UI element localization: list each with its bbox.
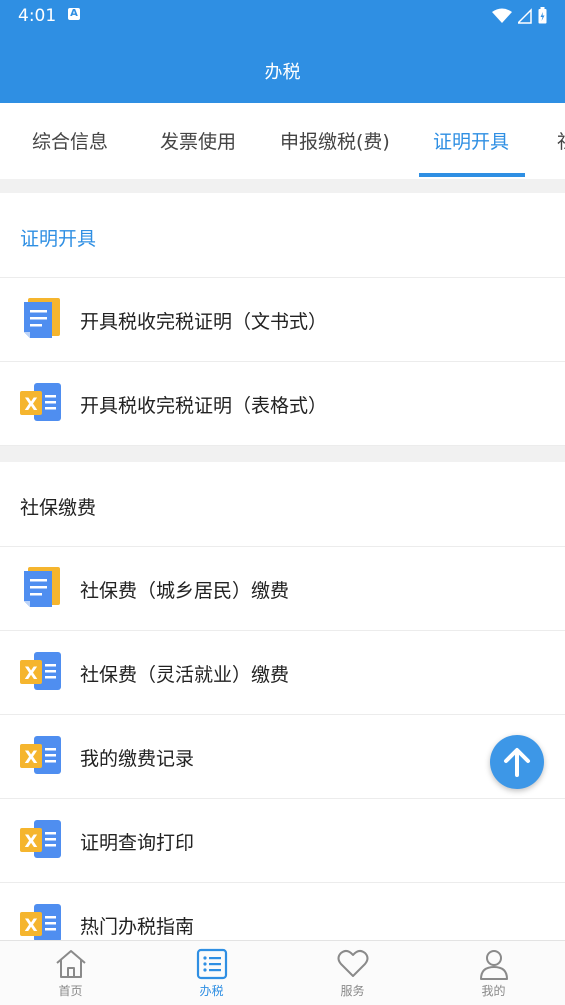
list-item-label: 热门办税指南 (80, 916, 195, 938)
svg-text:X: X (24, 664, 37, 684)
section-header-certificate: 证明开具 (0, 193, 565, 278)
person-icon (480, 950, 508, 980)
tab-declare-pay-tax[interactable]: 申报缴税(费) (280, 127, 390, 154)
document-icon (24, 298, 60, 338)
list-item-label: 社保费（城乡居民）缴费 (80, 580, 290, 602)
tab-comprehensive-info[interactable]: 综合信息 (32, 127, 108, 154)
home-icon (56, 950, 86, 978)
wifi-icon (492, 8, 512, 23)
tab-certificate-issuance[interactable]: 证明开具 (433, 127, 509, 154)
svg-text:X: X (24, 832, 37, 852)
nav-label: 服务 (340, 984, 365, 998)
excel-icon: X (20, 383, 61, 421)
excel-icon: X (20, 820, 61, 858)
arrow-up-icon (504, 748, 530, 777)
active-tab-indicator (419, 173, 525, 177)
list-item-label: 证明查询打印 (80, 832, 195, 854)
section-title: 社保缴费 (20, 497, 97, 519)
nav-label: 我的 (481, 984, 506, 998)
nav-label: 首页 (58, 984, 83, 998)
nav-item-services[interactable]: 服务 (282, 941, 423, 1005)
list-item-certificate-query-print[interactable]: X 证明查询打印 (0, 799, 565, 883)
signal-icon (518, 7, 532, 24)
excel-icon: X (20, 652, 61, 690)
status-time: 4:01 (18, 6, 57, 26)
document-icon (24, 567, 60, 607)
page-title: 办税 (264, 62, 301, 83)
app-bar: 办税 (0, 32, 565, 103)
section-divider (0, 446, 565, 462)
svg-text:X: X (24, 916, 37, 936)
list-item-social-insurance-urban-rural[interactable]: 社保费（城乡居民）缴费 (0, 547, 565, 631)
list-item-label: 我的缴费记录 (80, 748, 195, 770)
list-item-label: 开具税收完税证明（文书式） (80, 311, 328, 333)
nav-item-mine[interactable]: 我的 (423, 941, 564, 1005)
bottom-navigation: 首页 办税 服务 我的 (0, 940, 565, 1005)
scroll-to-top-button[interactable] (490, 735, 544, 789)
status-bar: 4:01 A (0, 0, 565, 32)
list-item-label: 开具税收完税证明（表格式） (80, 395, 328, 417)
list-item-tax-certificate-document[interactable]: 开具税收完税证明（文书式） (0, 278, 565, 362)
nav-label: 办税 (199, 984, 224, 998)
svg-text:X: X (24, 748, 37, 768)
section-title: 证明开具 (20, 228, 97, 250)
tab-invoice-usage[interactable]: 发票使用 (160, 127, 236, 154)
section-header-social-insurance: 社保缴费 (0, 462, 565, 547)
battery-icon (538, 7, 547, 24)
tab-bar: 综合信息 发票使用 申报缴税(费) 证明开具 社 (0, 103, 565, 179)
list-item-social-insurance-flexible[interactable]: X 社保费（灵活就业）缴费 (0, 631, 565, 715)
heart-icon (337, 949, 369, 977)
excel-icon: X (20, 736, 61, 774)
section-divider (0, 179, 565, 193)
list-icon (196, 948, 228, 980)
list-item-label: 社保费（灵活就业）缴费 (80, 664, 290, 686)
tab-social-partial[interactable]: 社 (557, 127, 565, 154)
list-item-tax-certificate-table[interactable]: X 开具税收完税证明（表格式） (0, 362, 565, 446)
nav-item-home[interactable]: 首页 (0, 941, 141, 1005)
notification-a-icon: A (68, 8, 80, 20)
svg-text:X: X (24, 395, 37, 415)
nav-item-tax[interactable]: 办税 (141, 941, 282, 1005)
list-item-payment-records[interactable]: X 我的缴费记录 (0, 715, 565, 799)
